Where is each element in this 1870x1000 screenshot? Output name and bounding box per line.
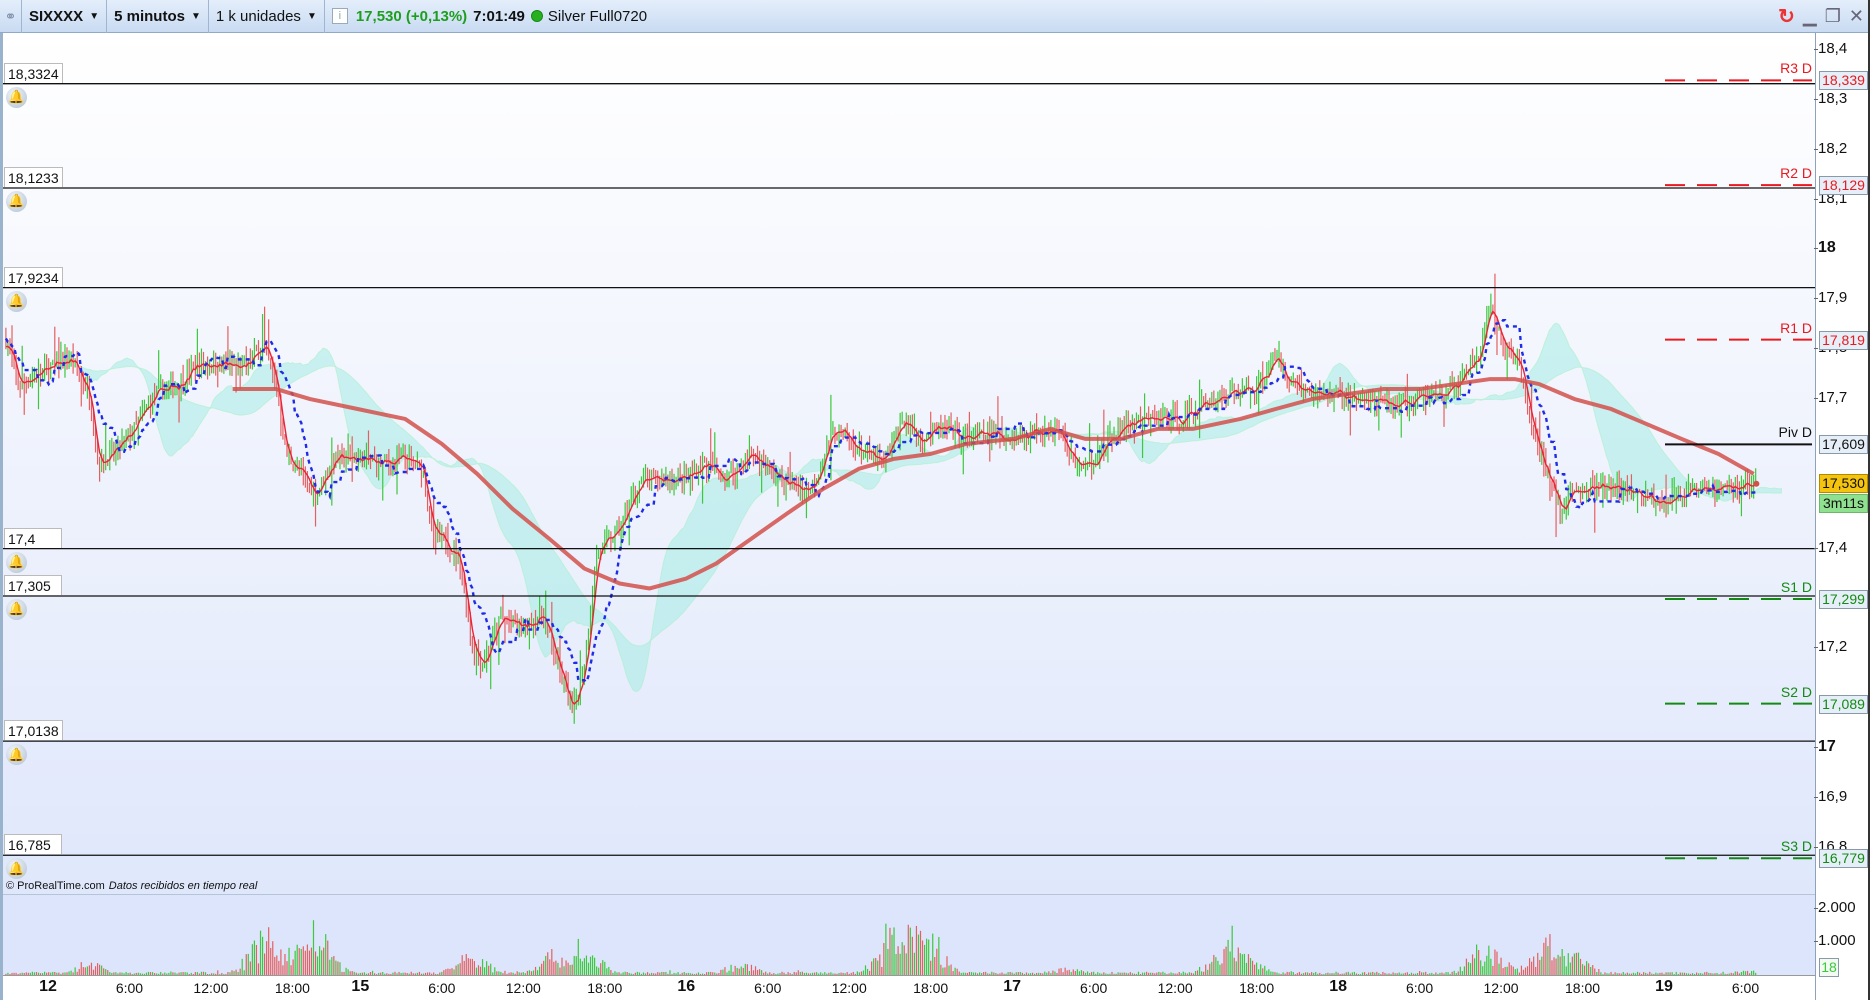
price-tick-label: 17,4 (1813, 538, 1848, 556)
alert-level-label[interactable]: 18,3324 (4, 62, 63, 83)
attribution: © ProRealTime.com Datos recibidos en tiem… (6, 880, 257, 892)
info-icon[interactable]: i (331, 8, 348, 24)
alert-level-label[interactable]: 17,4 (4, 527, 62, 548)
bell-icon[interactable]: 🔔 (6, 290, 27, 312)
time-tick-label: 16 (677, 978, 696, 995)
price-panel[interactable] (3, 33, 1815, 894)
volume-current-box: 18 (1819, 958, 1839, 977)
price-tick-label: 17,7 (1813, 389, 1848, 407)
price-tick-label: 18,2 (1813, 139, 1848, 157)
alert-level-label[interactable]: 16,785 (4, 834, 62, 855)
window-controls: ↻ ▁ ❐ ✕ (1778, 4, 1864, 29)
timeframe-label: 5 minutos (114, 7, 185, 25)
pivot-value-box: 17,299 (1819, 589, 1868, 609)
close-icon[interactable]: ✕ (1849, 6, 1864, 27)
pivot-name: R3 D (1780, 60, 1812, 77)
time-tick-label: 17 (1003, 978, 1022, 995)
time-tick-label: 6:00 (1731, 980, 1760, 996)
minimize-icon[interactable]: ▁ (1803, 6, 1817, 27)
refresh-icon[interactable]: ↻ (1778, 4, 1795, 29)
time-tick-label: 12 (39, 978, 57, 995)
pivot-name: R2 D (1780, 165, 1812, 182)
time-tick-label: 18:00 (274, 980, 310, 996)
time-tick-label: 12:00 (831, 980, 867, 996)
volume-tick-label: 1.000 (1814, 932, 1856, 949)
alert-level-label[interactable]: 18,1233 (4, 166, 63, 187)
pivot-value-box: 17,609 (1819, 435, 1868, 455)
time-tick-label: 18:00 (1239, 980, 1275, 996)
pivot-name: S1 D (1780, 578, 1812, 595)
chevron-down-icon: ▼ (89, 10, 100, 22)
time-tick-label: 18 (1329, 978, 1347, 995)
symbol-selector[interactable]: SIXXXX ▼ (22, 0, 108, 33)
time-tick-label: 12:00 (1483, 980, 1519, 996)
time-tick-label: 18:00 (913, 980, 949, 996)
data-status-text: Datos recibidos en tiempo real (108, 880, 258, 892)
price-tick-label: 18,4 (1813, 40, 1848, 57)
time-tick-label: 19 (1655, 978, 1673, 995)
bell-icon[interactable]: 🔔 (6, 86, 27, 108)
time-tick-label: 15 (351, 978, 370, 995)
last-price: 17,530 (+0,13%) (355, 7, 468, 25)
chart-toolbar: ⚭ SIXXXX ▼ 5 minutos ▼ 1 k unidades ▼ i 17,… (0, 0, 1870, 33)
time-tick-label: 12:00 (1157, 980, 1193, 996)
bell-icon[interactable]: 🔔 (6, 598, 27, 620)
price-tick-label: 17,9 (1813, 289, 1848, 307)
alert-level-label[interactable]: 17,305 (4, 574, 62, 595)
timeframe-selector[interactable]: 5 minutos ▼ (107, 0, 209, 33)
price-tick-label: 18,3 (1813, 89, 1848, 107)
volume-panel[interactable] (3, 894, 1815, 975)
pivot-name: S2 D (1780, 683, 1812, 700)
link-icon[interactable]: ⚭ (0, 0, 22, 33)
quote-info: i 17,530 (+0,13%) 7:01:49 Silver Full072… (325, 0, 654, 33)
time-tick-label: 6:00 (754, 980, 782, 996)
time-tick-label: 12:00 (505, 980, 541, 996)
pivot-name: S3 D (1780, 838, 1812, 855)
restore-icon[interactable]: ❐ (1825, 6, 1841, 27)
time-tick-label: 18:00 (587, 980, 623, 996)
units-label: 1 k unidades (215, 7, 301, 25)
time-tick-label: 6:00 (428, 980, 456, 996)
time-tick-label: 6:00 (1405, 980, 1434, 996)
countdown-box: 3m11s (1819, 493, 1868, 513)
volume-tick-label: 2.000 (1814, 899, 1856, 916)
bell-icon[interactable]: 🔔 (6, 551, 27, 573)
price-tick-label: 17 (1814, 738, 1836, 756)
pivot-value-box: 17,089 (1819, 694, 1868, 714)
time-tick-label: 6:00 (115, 980, 144, 996)
price-tick-label: 18 (1814, 239, 1836, 257)
pivot-value-box: 16,779 (1819, 849, 1868, 869)
time-tick-label: 6:00 (1080, 980, 1108, 996)
symbol-label: SIXXXX (29, 7, 84, 25)
units-selector[interactable]: 1 k unidades ▼ (209, 0, 325, 33)
alert-level-label[interactable]: 17,9234 (4, 266, 63, 287)
pivot-name: R1 D (1780, 319, 1812, 336)
pivot-value-box: 18,339 (1819, 71, 1868, 91)
time-tick-label: 18:00 (1565, 980, 1601, 996)
chevron-down-icon: ▼ (190, 10, 201, 22)
pivot-name: Piv D (1778, 424, 1812, 441)
current-price-box: 17,530 (1819, 473, 1868, 493)
price-tick-label: 17,2 (1813, 638, 1848, 656)
time-tick-label: 12:00 (193, 980, 229, 996)
account-label: Silver Full0720 (547, 7, 648, 25)
last-time: 7:01:49 (473, 7, 525, 25)
price-tick-label: 16,9 (1813, 787, 1848, 805)
alert-level-label[interactable]: 17,0138 (4, 720, 63, 741)
pivot-value-box: 18,129 (1819, 176, 1868, 196)
pivot-value-box: 17,819 (1819, 330, 1868, 350)
connection-status-icon (530, 10, 543, 22)
bell-icon[interactable]: 🔔 (6, 858, 27, 880)
chevron-down-icon: ▼ (306, 10, 317, 22)
copyright-text: © ProRealTime.com (6, 880, 105, 892)
bell-icon[interactable]: 🔔 (6, 744, 27, 766)
bell-icon[interactable]: 🔔 (6, 190, 27, 212)
